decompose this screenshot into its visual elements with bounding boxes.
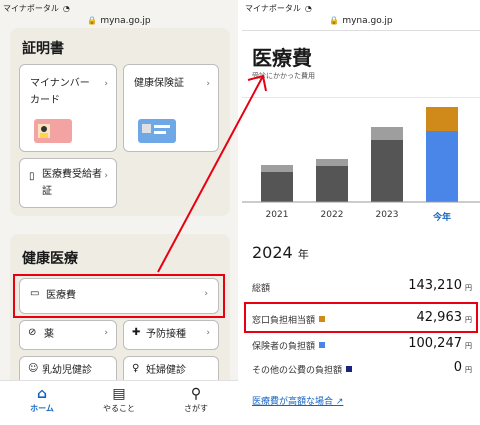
page-title: 医療費 <box>252 46 312 70</box>
row-unit: 円 <box>465 342 472 350</box>
year-heading: 2024 年 <box>252 243 309 262</box>
row-unit: 円 <box>465 366 472 374</box>
x-tick-label: 今年 <box>432 213 451 223</box>
chevron-right-icon: › <box>206 79 210 89</box>
tile-medicine[interactable]: ⊘ 薬 › <box>19 320 117 350</box>
tile-label: カード <box>30 95 60 106</box>
tile-label: 薬 <box>44 329 54 340</box>
row-label-group: 保険者の負担額 <box>252 339 326 352</box>
bar-base-2022 <box>316 166 348 202</box>
tile-label: 健康保険証 <box>134 78 184 89</box>
section-title: 証明書 <box>22 41 64 57</box>
highlight-box <box>244 302 478 333</box>
highlight-box <box>13 274 225 318</box>
year-suffix: 年 <box>297 248 309 261</box>
left-screen: マイナポータル ◔ 🔒 myna.go.jp 証明書 マイナンバー カード › 健… <box>0 0 238 425</box>
right-screen: マイナポータル ◔ 🔒 myna.go.jp 医療費 受診にかかった費用 2021… <box>242 0 480 425</box>
row-value: 0 <box>453 360 462 375</box>
link-text: 医療費が高額な場合 <box>252 397 334 407</box>
chevron-right-icon: › <box>206 328 210 338</box>
url-bar[interactable]: 🔒 myna.go.jp <box>242 16 480 30</box>
external-link-icon: ↗ <box>333 397 344 407</box>
tile-label: マイナンバー <box>30 78 90 89</box>
carrier-label: マイナポータル <box>3 3 59 13</box>
baby-icon: ☺ <box>28 363 39 374</box>
tile-label: 医療費受給者 <box>42 169 102 180</box>
search-icon: ⚲ <box>190 386 202 402</box>
insurance-card-icon <box>138 119 176 143</box>
url-text: myna.go.jp <box>342 16 393 26</box>
tile-vaccination[interactable]: ✚ 予防接種 › <box>123 320 219 350</box>
page-subtitle: 受診にかかった費用 <box>252 72 315 80</box>
wifi-icon: ◔ <box>62 3 70 13</box>
chevron-right-icon: › <box>104 328 108 338</box>
status-bar: マイナポータル ◔ <box>0 0 238 16</box>
nav-label: ホーム <box>30 404 54 413</box>
url-text: myna.go.jp <box>100 16 151 26</box>
row-label-group: その他の公費の負担額 <box>252 363 353 376</box>
high-cost-link[interactable]: 医療費が高額な場合 ↗ <box>252 394 343 407</box>
pill-icon: ⊘ <box>28 327 37 338</box>
legend-dot <box>319 342 326 348</box>
bar-top-今年 <box>426 107 458 131</box>
clipboard-icon: ▤ <box>112 386 126 402</box>
nav-search[interactable]: ⚲ さがす <box>166 385 226 414</box>
bar-top-2022 <box>316 159 348 166</box>
my-number-card-icon <box>34 119 72 143</box>
syringe-icon: ✚ <box>132 327 141 338</box>
bar-base-2021 <box>261 172 293 202</box>
status-bar: マイナポータル ◔ <box>242 0 480 16</box>
bottom-nav: ⌂ ホーム ▤ やること ⚲ さがす <box>0 380 238 425</box>
divider <box>242 30 480 31</box>
legend-dot <box>346 366 353 372</box>
tile-label: 妊婦健診 <box>146 365 186 376</box>
bar-top-2023 <box>371 127 403 140</box>
x-tick-label: 2023 <box>375 210 399 220</box>
lock-icon: 🔒 <box>87 16 98 25</box>
cost-bar-chart <box>242 107 480 203</box>
mother-icon: ♀ <box>132 363 140 374</box>
row-value: 100,247 <box>408 336 462 351</box>
x-tick-label: 2021 <box>265 210 289 220</box>
home-icon: ⌂ <box>36 386 48 402</box>
x-tick-label: 2022 <box>320 210 344 220</box>
bar-base-今年 <box>426 131 458 202</box>
nav-home[interactable]: ⌂ ホーム <box>12 385 72 414</box>
carrier-label: マイナポータル <box>245 3 301 13</box>
row-label: 総額 <box>252 284 271 294</box>
section-title: 健康医療 <box>22 251 78 267</box>
tile-label: 乳幼児健診 <box>42 365 92 376</box>
wifi-icon: ◔ <box>304 3 312 13</box>
tile-label: 証 <box>42 186 52 197</box>
document-icon: ▯ <box>29 171 35 182</box>
year-number: 2024 <box>252 243 293 262</box>
bar-top-2021 <box>261 165 293 172</box>
tile-label: 予防接種 <box>146 329 186 340</box>
tile-health-insurance[interactable]: 健康保険証 › <box>123 64 219 152</box>
row-label: 保険者の負担額 <box>252 342 316 352</box>
chevron-right-icon: › <box>104 79 108 89</box>
nav-label: さがす <box>184 404 208 413</box>
nav-label: やること <box>103 404 135 413</box>
tile-medical-beneficiary-cert[interactable]: ▯ 医療費受給者 証 › <box>19 158 117 208</box>
row-label: その他の公費の負担額 <box>252 366 343 376</box>
chevron-right-icon: › <box>104 171 108 181</box>
tile-my-number-card[interactable]: マイナンバー カード › <box>19 64 117 152</box>
row-value: 143,210 <box>408 278 462 293</box>
lock-icon: 🔒 <box>329 16 340 25</box>
certificates-section: 証明書 マイナンバー カード › 健康保険証 › ▯ 医療費受給者 証 › <box>10 28 230 216</box>
row-unit: 円 <box>465 284 472 292</box>
nav-todo[interactable]: ▤ やること <box>89 385 149 414</box>
bar-base-2023 <box>371 140 403 202</box>
